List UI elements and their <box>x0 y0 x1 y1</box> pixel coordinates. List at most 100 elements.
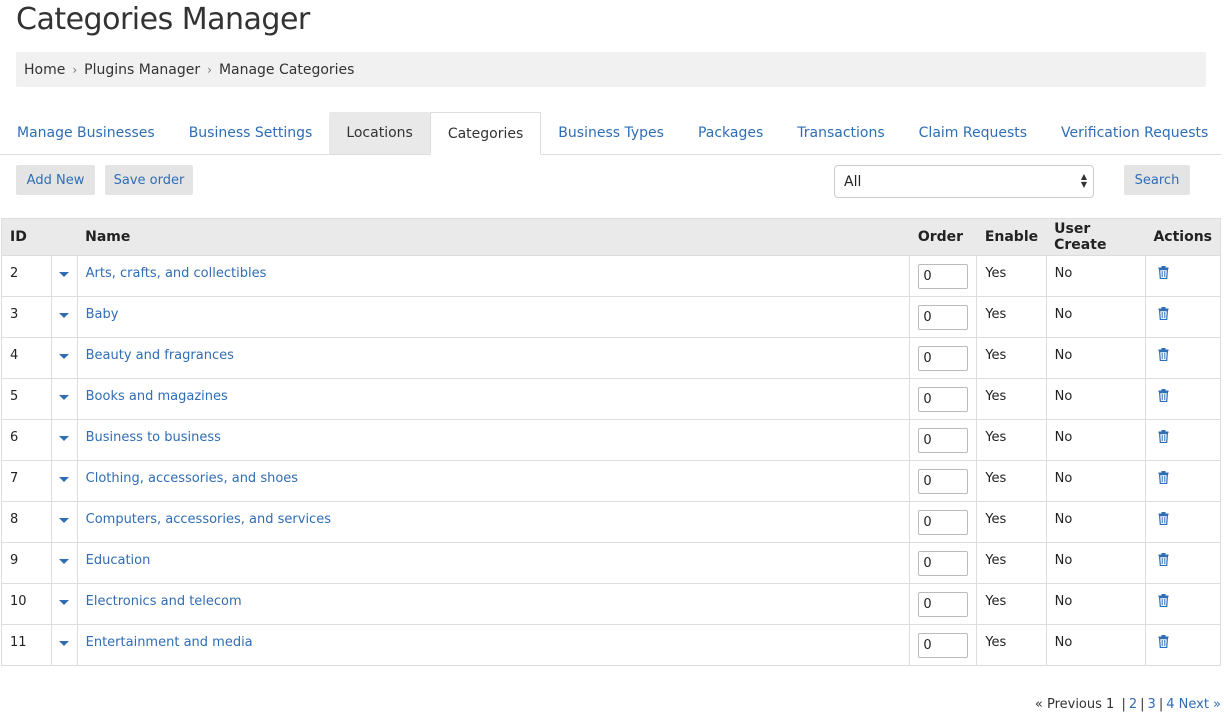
trash-icon[interactable] <box>1158 635 1169 652</box>
category-name-link[interactable]: Computers, accessories, and services <box>86 512 331 527</box>
cell-actions <box>1144 296 1222 338</box>
cell-expand <box>50 378 78 420</box>
cell-id: 2 <box>1 255 52 297</box>
cell-id: 4 <box>1 337 52 379</box>
filter-selected-value: All <box>844 173 862 190</box>
cell-user-create: No <box>1045 542 1146 584</box>
trash-icon[interactable] <box>1158 266 1169 283</box>
trash-icon[interactable] <box>1158 307 1169 324</box>
category-name-link[interactable]: Business to business <box>86 430 221 445</box>
caret-down-icon[interactable] <box>58 395 69 400</box>
cell-expand <box>50 296 78 338</box>
cell-name: Beauty and fragrances <box>76 337 910 379</box>
save-order-button[interactable]: Save order <box>105 165 193 195</box>
caret-down-icon[interactable] <box>58 313 69 318</box>
cell-order <box>909 460 977 502</box>
column-header-enable: Enable <box>976 218 1047 256</box>
cell-enable: Yes <box>976 460 1047 502</box>
category-name-link[interactable]: Education <box>86 553 151 568</box>
pagination-divider: | <box>1158 697 1164 712</box>
cell-order <box>909 501 977 543</box>
breadcrumb-home[interactable]: Home <box>24 62 65 78</box>
order-input[interactable] <box>918 264 969 289</box>
caret-down-icon[interactable] <box>58 600 69 605</box>
pagination-divider: | <box>1121 697 1126 712</box>
caret-down-icon[interactable] <box>58 436 69 441</box>
pagination-next[interactable]: Next » <box>1179 697 1221 712</box>
breadcrumb-plugins-manager[interactable]: Plugins Manager <box>84 62 200 78</box>
category-name-link[interactable]: Electronics and telecom <box>86 594 242 609</box>
cell-id: 11 <box>1 624 52 666</box>
cell-user-create: No <box>1045 337 1146 379</box>
pagination-current-page: 1 <box>1106 697 1115 712</box>
order-input[interactable] <box>918 346 969 371</box>
pagination-divider: | <box>1140 697 1145 712</box>
cell-user-create: No <box>1045 296 1146 338</box>
cell-actions <box>1144 337 1222 379</box>
cell-expand <box>50 624 78 666</box>
trash-icon[interactable] <box>1158 512 1169 529</box>
cell-order <box>909 542 977 584</box>
cell-id: 5 <box>1 378 52 420</box>
cell-id: 3 <box>1 296 52 338</box>
trash-icon[interactable] <box>1158 553 1169 570</box>
caret-down-icon[interactable] <box>58 641 69 646</box>
order-input[interactable] <box>918 510 969 535</box>
order-input[interactable] <box>918 305 969 330</box>
trash-icon[interactable] <box>1158 430 1169 447</box>
cell-expand <box>50 337 78 379</box>
category-name-link[interactable]: Clothing, accessories, and shoes <box>86 471 298 486</box>
pagination-page-2[interactable]: 2 <box>1129 697 1137 712</box>
caret-down-icon[interactable] <box>58 477 69 482</box>
cell-enable: Yes <box>976 255 1047 297</box>
tab-transactions[interactable]: Transactions <box>780 112 901 154</box>
category-name-link[interactable]: Baby <box>86 307 119 322</box>
tab-verification-requests[interactable]: Verification Requests <box>1044 112 1224 154</box>
order-input[interactable] <box>918 551 969 576</box>
cell-user-create: No <box>1045 378 1146 420</box>
trash-icon[interactable] <box>1158 389 1169 406</box>
tab-locations[interactable]: Locations <box>329 112 430 154</box>
table-row: 8 Computers, accessories, and services Yes… <box>1 501 1222 543</box>
category-name-link[interactable]: Beauty and fragrances <box>86 348 234 363</box>
column-header-actions: Actions <box>1145 218 1222 256</box>
caret-down-icon[interactable] <box>58 518 69 523</box>
cell-name: Clothing, accessories, and shoes <box>76 460 910 502</box>
trash-icon[interactable] <box>1158 594 1169 611</box>
order-input[interactable] <box>918 633 969 658</box>
pagination-page-4[interactable]: 4 <box>1166 697 1174 712</box>
category-name-link[interactable]: Books and magazines <box>86 389 228 404</box>
order-input[interactable] <box>918 469 969 494</box>
category-name-link[interactable]: Entertainment and media <box>86 635 253 650</box>
cell-order <box>909 419 977 461</box>
cell-order <box>909 255 977 297</box>
cell-id: 6 <box>1 419 52 461</box>
caret-down-icon[interactable] <box>58 272 69 277</box>
tab-manage-businesses[interactable]: Manage Businesses <box>0 112 172 154</box>
trash-icon[interactable] <box>1158 348 1169 365</box>
add-new-button[interactable]: Add New <box>16 165 95 195</box>
cell-expand <box>50 501 78 543</box>
cell-user-create: No <box>1045 583 1146 625</box>
search-button[interactable]: Search <box>1124 165 1190 195</box>
cell-enable: Yes <box>976 501 1047 543</box>
tab-claim-requests[interactable]: Claim Requests <box>902 112 1044 154</box>
caret-down-icon[interactable] <box>58 354 69 359</box>
category-name-link[interactable]: Arts, crafts, and collectibles <box>86 266 267 281</box>
table-header-row: ID Name Order Enable User Create Actions <box>1 218 1222 256</box>
cell-order <box>909 624 977 666</box>
tab-packages[interactable]: Packages <box>681 112 780 154</box>
tab-categories[interactable]: Categories <box>429 112 542 155</box>
cell-expand <box>50 255 78 297</box>
order-input[interactable] <box>918 592 969 617</box>
cell-enable: Yes <box>976 624 1047 666</box>
order-input[interactable] <box>918 387 969 412</box>
cell-name: Baby <box>76 296 910 338</box>
pagination-page-3[interactable]: 3 <box>1148 697 1156 712</box>
trash-icon[interactable] <box>1158 471 1169 488</box>
tab-business-settings[interactable]: Business Settings <box>172 112 330 154</box>
caret-down-icon[interactable] <box>58 559 69 564</box>
tab-business-types[interactable]: Business Types <box>541 112 681 154</box>
category-filter-select[interactable]: All ▲ ▼ <box>834 165 1094 198</box>
order-input[interactable] <box>918 428 969 453</box>
